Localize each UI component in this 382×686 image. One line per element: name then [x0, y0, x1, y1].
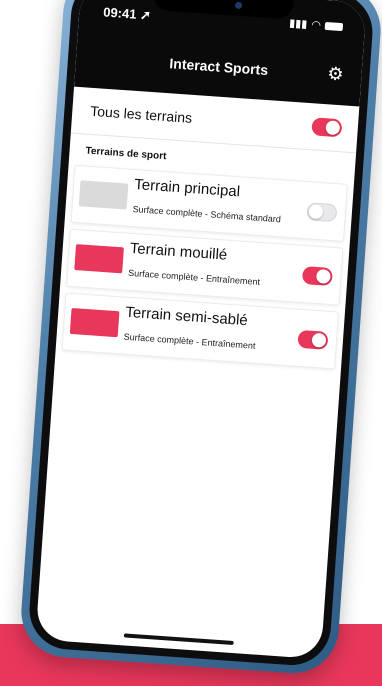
- toggle-knob: [311, 332, 327, 348]
- gear-icon[interactable]: ⚙: [327, 63, 344, 84]
- status-time: 09:41 ➚: [102, 4, 152, 23]
- field-name: Terrain semi-sablé: [124, 303, 249, 330]
- camera-icon: [234, 1, 243, 10]
- field-name: Terrain principal: [133, 176, 241, 201]
- field-card[interactable]: Terrain mouillé Surface complète - Entra…: [66, 228, 344, 306]
- section-title: Terrains de sport: [85, 145, 167, 163]
- location-arrow-icon: ➚: [139, 7, 152, 23]
- toggle-knob: [315, 268, 331, 284]
- field-toggle[interactable]: [301, 265, 334, 287]
- field-thumbnail: [74, 244, 124, 274]
- phone-device: 09:41 ➚ ▮▮▮ ◠ Interact Sports ⚙ Tous les…: [18, 0, 382, 677]
- notch: [152, 0, 294, 20]
- field-thumbnail: [69, 307, 120, 338]
- field-thumbnail: [78, 180, 129, 210]
- field-subtitle: Surface complète - Schéma standard: [132, 203, 282, 225]
- wifi-icon: ◠: [310, 18, 322, 32]
- battery-icon: [324, 21, 344, 31]
- field-subtitle: Surface complète - Entraînement: [123, 331, 256, 351]
- toggle-knob: [308, 204, 324, 220]
- field-card[interactable]: Terrain principal Surface complète - Sch…: [70, 164, 348, 242]
- home-indicator[interactable]: [123, 633, 234, 646]
- toggle-knob: [325, 120, 341, 136]
- all-fields-label: Tous les terrains: [89, 102, 193, 126]
- signal-icon: ▮▮▮: [288, 17, 308, 31]
- field-toggle[interactable]: [297, 329, 329, 350]
- field-subtitle: Surface complète - Entraînement: [127, 267, 261, 288]
- status-icons: ▮▮▮ ◠: [289, 16, 344, 33]
- page-title: Interact Sports: [168, 55, 269, 79]
- field-name: Terrain mouillé: [129, 239, 228, 264]
- all-fields-toggle[interactable]: [311, 117, 343, 138]
- app-screen: 09:41 ➚ ▮▮▮ ◠ Interact Sports ⚙ Tous les…: [35, 0, 367, 660]
- field-card[interactable]: Terrain semi-sablé Surface complète - En…: [61, 292, 339, 370]
- field-toggle[interactable]: [306, 202, 338, 223]
